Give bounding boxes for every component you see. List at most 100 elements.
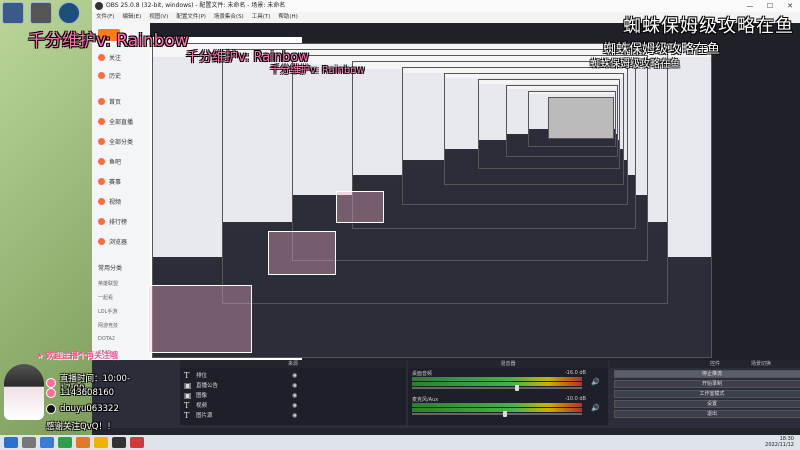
start-button[interactable] [4,437,18,448]
window-controls: — ☐ ✕ [740,0,800,12]
nav-history[interactable]: 历史 [92,67,150,83]
taskbar-clock[interactable]: 18:30 2022/11/12 [765,436,794,448]
menu-profile[interactable]: 配置文件(P) [176,12,206,23]
watermark-top-right-echo: 蜘蛛保姆级攻略在鱼 [590,59,680,70]
nested-preview [548,97,614,139]
taskbar-app-icon[interactable] [76,437,90,448]
level-meter [412,408,582,412]
source-item[interactable]: T 排位 ◉ [184,370,297,380]
trophy-icon [98,177,105,185]
eye-icon[interactable]: ◉ [292,372,297,379]
channel-label: 桌面音频 [412,371,433,377]
nav-all-live[interactable]: 全部直播 [92,113,150,129]
grid-icon [98,137,105,145]
menu-file[interactable]: 文件(F) [96,12,114,23]
sources-list: T 排位 ◉ ▣ 直播公告 ◉ ▣ 图像 ◉ T 视频 ◉ T 图片源 ◉ [180,368,406,425]
menu-edit[interactable]: 编辑(E) [122,12,141,23]
heart-icon [98,53,105,61]
close-button[interactable]: ✕ [780,0,800,12]
settings-button[interactable]: 设置 [614,400,800,408]
nav-home[interactable]: 首页 [92,93,150,109]
volume-slider[interactable] [412,413,582,415]
level-meter [412,377,582,381]
web-sidebar: 关注 历史 首页 全部直播 全部分类 鱼吧 赛事 视频 排行榜 浏览器 常用分类… [92,23,150,360]
nav-events[interactable]: 赛事 [92,173,150,189]
rank-icon [98,217,105,225]
mixer-channel: 麦克风/Aux -10.0 dB 🔊 [410,396,606,418]
eye-icon[interactable]: ◉ [292,412,297,419]
maximize-button[interactable]: ☐ [760,0,780,12]
exit-button[interactable]: 退出 [614,410,800,418]
taskbar-app-icon[interactable] [94,437,108,448]
desktop-app-icon[interactable] [58,2,80,24]
obs-window-title: OBS 25.0.8 (32-bit, windows) - 配置文件: 未命名… [106,2,286,9]
mixer-channel: 桌面音频 -16.0 dB 🔊 [410,370,606,392]
obs-titlebar: OBS 25.0.8 (32-bit, windows) - 配置文件: 未命名… [92,0,800,12]
video-icon [98,197,105,205]
taskbar-app-icon[interactable] [58,437,72,448]
watermark-top-right: 蜘蛛保姆级攻略在鱼 [623,16,794,37]
overlay-header: ★ 欢迎主播个再关注哦 [36,351,118,360]
taskbar-app-icon[interactable] [112,437,126,448]
nav-follow[interactable]: 关注 [92,49,150,65]
studio-mode-button[interactable]: 工作室模式 [614,390,800,398]
nested-streamer-overlay [336,191,384,223]
volume-knob[interactable] [503,411,508,417]
nav-video[interactable]: 视频 [92,193,150,209]
eye-icon[interactable]: ◉ [292,392,297,399]
home-icon [98,97,105,105]
menu-help[interactable]: 帮助(H) [278,12,297,23]
douyin-row: douyu063322 [46,404,119,414]
speaker-icon[interactable]: 🔊 [591,404,600,412]
nested-streamer-overlay [148,285,252,353]
fish-icon [98,157,105,165]
streamer-info-overlay: ★ 欢迎主播个再关注哦 直播时间：10:00-17:00 1143608160 … [4,350,154,434]
text-source-icon: T [184,370,190,380]
clock-icon [46,378,56,388]
nav-all-categories[interactable]: 全部分类 [92,133,150,149]
eye-icon[interactable]: ◉ [292,402,297,409]
minimize-button[interactable]: — [740,0,760,12]
source-item[interactable]: ▣ 直播公告 ◉ [184,380,297,390]
menu-tools[interactable]: 工具(T) [252,12,271,23]
search-icon[interactable] [22,437,36,448]
qq-icon [46,388,56,398]
browser-icon [98,237,105,245]
source-item[interactable]: T 视频 ◉ [184,400,297,410]
nested-streamer-overlay [268,231,336,275]
windows-taskbar: 18:30 2022/11/12 [0,435,800,450]
stop-streaming-button[interactable]: 停止推流 [614,370,800,378]
source-item[interactable]: T 图片源 ◉ [184,410,297,420]
obs-logo-icon [95,2,103,10]
nav-fishbar[interactable]: 鱼吧 [92,153,150,169]
nav-ranking[interactable]: 排行榜 [92,213,150,229]
douyin-icon [46,404,56,414]
volume-slider[interactable] [412,387,582,389]
clock-icon [98,71,105,79]
qq-row: 1143608160 [46,388,114,398]
desktop-app-icon[interactable] [2,2,24,24]
text-source-icon: T [184,400,190,410]
desktop-app-icon[interactable] [30,2,52,24]
live-icon [98,117,105,125]
menu-view[interactable]: 视图(V) [149,12,168,23]
taskbar-app-icon[interactable] [130,437,144,448]
mixer-panel-header: 混音器 [408,360,608,368]
taskbar-app-icon[interactable] [40,437,54,448]
volume-knob[interactable] [514,385,519,391]
eye-icon[interactable]: ◉ [292,382,297,389]
speaker-icon[interactable]: 🔊 [591,378,600,386]
start-recording-button[interactable]: 开始录制 [614,380,800,388]
level-meter [412,382,582,386]
obs-preview[interactable]: 关注 历史 首页 全部直播 全部分类 鱼吧 赛事 视频 排行榜 浏览器 常用分类… [92,23,800,360]
source-item[interactable]: ▣ 图像 ◉ [184,390,297,400]
transitions-panel-header: 场景切换 [722,360,800,368]
obs-statusbar [92,428,800,435]
menu-scene-collection[interactable]: 场景集合(S) [214,12,244,23]
anime-avatar [4,364,44,420]
nav-browser[interactable]: 浏览器 [92,233,150,249]
desktop-icons [2,2,80,24]
note-row: 感谢关注QvQ！！ [46,422,116,432]
text-source-icon: T [184,410,190,420]
channel-db: -10.0 dB [564,396,586,402]
